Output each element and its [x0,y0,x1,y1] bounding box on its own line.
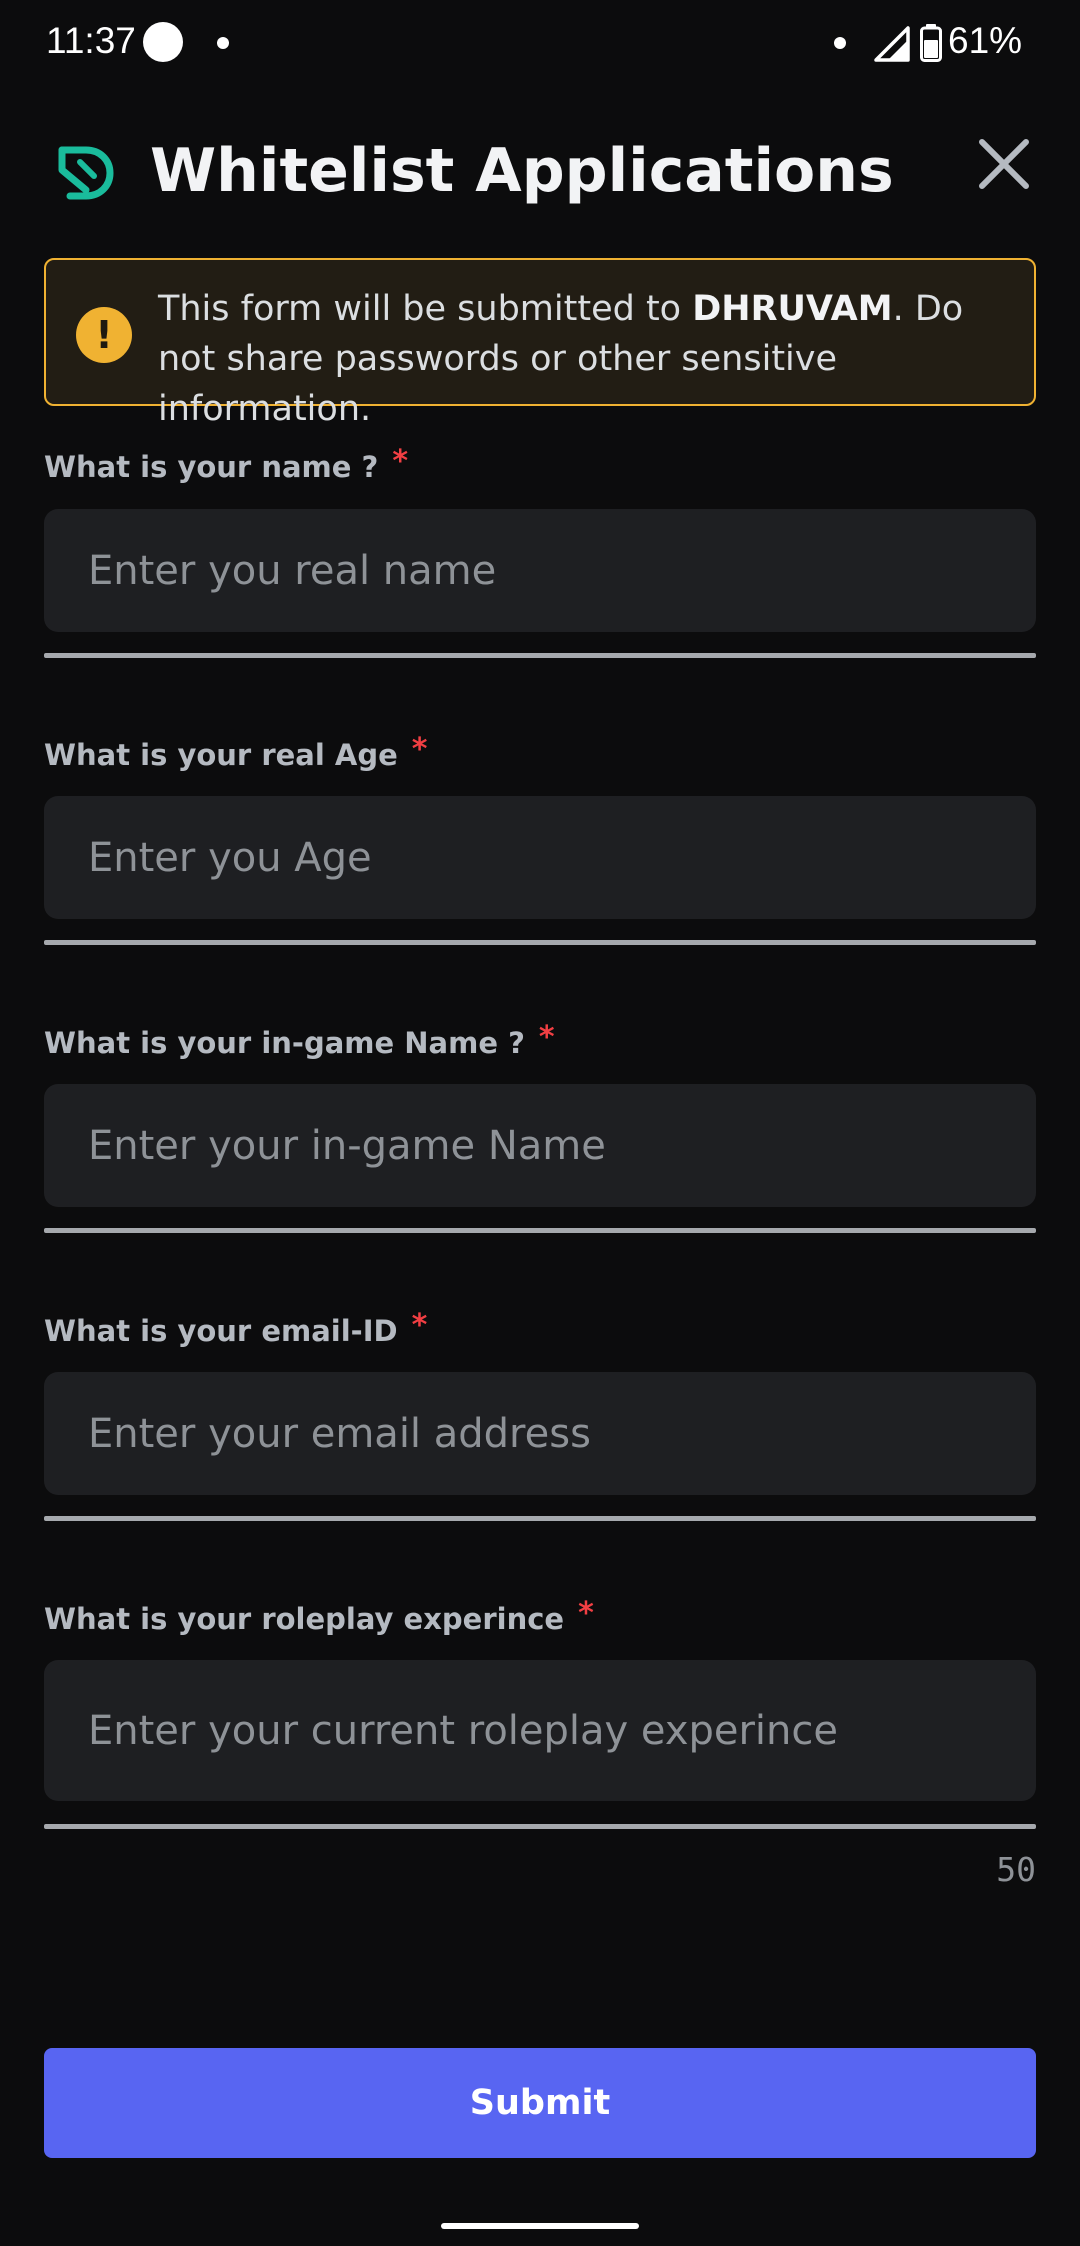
name-input[interactable] [44,509,1036,632]
submit-button[interactable]: Submit [44,2048,1036,2158]
home-gesture-bar[interactable] [441,2223,639,2229]
status-bar: 11:37 61% [0,0,1080,86]
required-marker: * [411,732,428,767]
field-label-text: What is your roleplay experince [44,1602,565,1636]
required-marker: * [578,1596,594,1631]
roleplay-experience-input[interactable] [44,1660,1036,1801]
email-input[interactable] [44,1372,1036,1495]
warning-text: This form will be submitted to DHRUVAM. … [158,284,1018,434]
status-time: 11:37 [46,20,136,61]
required-marker: * [538,1020,555,1055]
in-game-name-input[interactable] [44,1084,1036,1207]
field-divider [44,1516,1036,1521]
field-divider [44,940,1036,945]
page-title: Whitelist Applications [150,136,894,206]
warning-text-before: This form will be submitted to [158,289,693,329]
app-logo-icon [58,146,114,200]
notification-circle-icon [143,22,183,62]
battery-icon [920,24,942,62]
warning-icon: ! [76,307,132,363]
battery-percentage: 61% [948,20,1023,61]
field-divider [44,1228,1036,1233]
field-label: What is your email-ID * [44,1308,427,1349]
field-label: What is your real Age * [44,732,427,773]
required-marker: * [392,444,409,479]
age-input[interactable] [44,796,1036,919]
close-icon[interactable] [976,136,1032,192]
status-dot-icon [834,37,846,49]
field-divider [44,653,1036,658]
field-label: What is your name ? * [44,444,408,485]
field-label-text: What is your real Age [44,738,398,772]
field-label: What is your in-game Name ? * [44,1020,555,1061]
field-label-text: What is your email-ID [44,1314,398,1348]
field-label: What is your roleplay experince * [44,1596,594,1637]
field-divider [44,1824,1036,1829]
notification-dot-icon [217,37,229,49]
field-label-text: What is your in-game Name ? [44,1026,525,1060]
warning-server-name: DHRUVAM [692,289,893,329]
warning-banner: ! This form will be submitted to DHRUVAM… [44,258,1036,429]
required-marker: * [411,1308,428,1343]
character-counter: 50 [996,1850,1036,1889]
cell-signal-icon [874,26,910,62]
field-label-text: What is your name ? [44,450,379,484]
